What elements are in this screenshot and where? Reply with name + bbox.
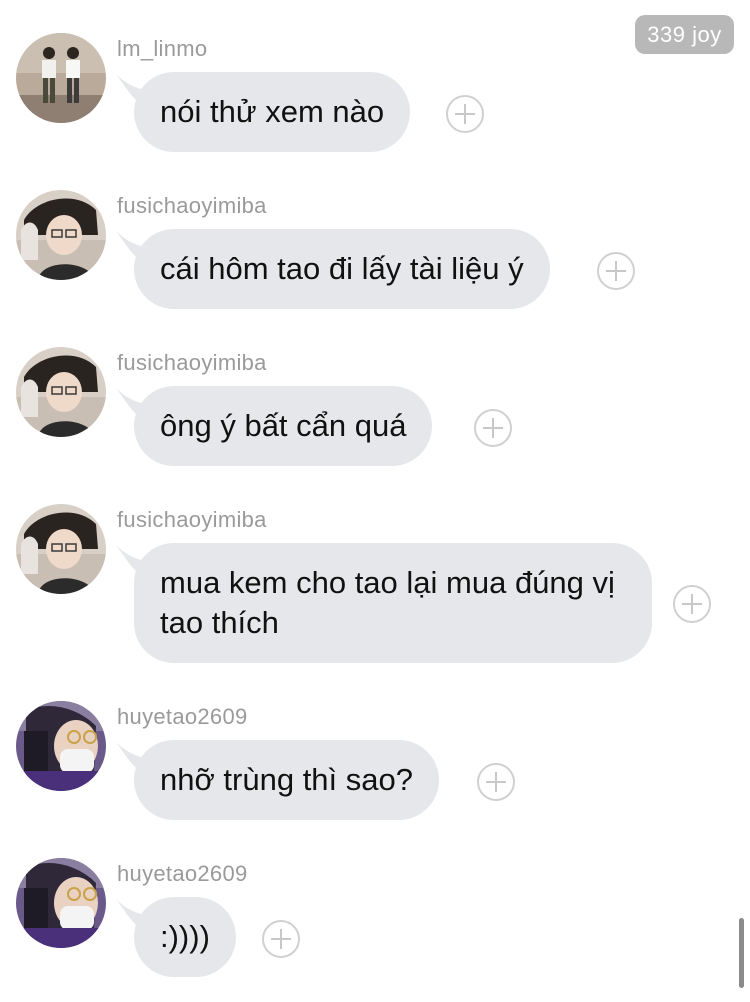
avatar-boy-glasses-icon[interactable]	[16, 347, 106, 437]
add-reaction-button[interactable]	[474, 409, 512, 447]
avatar-boy-glasses-icon[interactable]	[16, 190, 106, 280]
message-bubble[interactable]: nhỡ trùng thì sao?	[134, 740, 439, 820]
message-bubble[interactable]: nói thử xem nào	[134, 72, 411, 152]
add-reaction-button[interactable]	[262, 920, 300, 958]
message-bubble[interactable]: :))))	[134, 897, 236, 977]
avatar-two-people-icon[interactable]	[16, 33, 106, 123]
username[interactable]: lm_linmo	[117, 36, 207, 62]
username[interactable]: fusichaoyimiba	[117, 193, 267, 219]
add-reaction-button[interactable]	[477, 763, 515, 801]
chat-screen: 339 joy lm_linmo nói thử xem nào fusicha…	[0, 0, 750, 1002]
message-bubble[interactable]: mua kem cho tao lại mua đúng vị tao thíc…	[134, 543, 652, 663]
scrollbar[interactable]	[739, 918, 744, 988]
avatar-masked-person-icon[interactable]	[16, 701, 106, 791]
add-reaction-button[interactable]	[597, 252, 635, 290]
add-reaction-button[interactable]	[446, 95, 484, 133]
add-reaction-button[interactable]	[673, 585, 711, 623]
avatar-boy-glasses-icon[interactable]	[16, 504, 106, 594]
username[interactable]: huyetao2609	[117, 704, 248, 730]
message-bubble[interactable]: cái hôm tao đi lấy tài liệu ý	[134, 229, 550, 309]
avatar-masked-person-icon[interactable]	[16, 858, 106, 948]
username[interactable]: fusichaoyimiba	[117, 350, 267, 376]
username[interactable]: huyetao2609	[117, 861, 248, 887]
message-bubble[interactable]: ông ý bất cẩn quá	[134, 386, 433, 466]
username[interactable]: fusichaoyimiba	[117, 507, 267, 533]
joy-count-badge[interactable]: 339 joy	[635, 15, 734, 54]
